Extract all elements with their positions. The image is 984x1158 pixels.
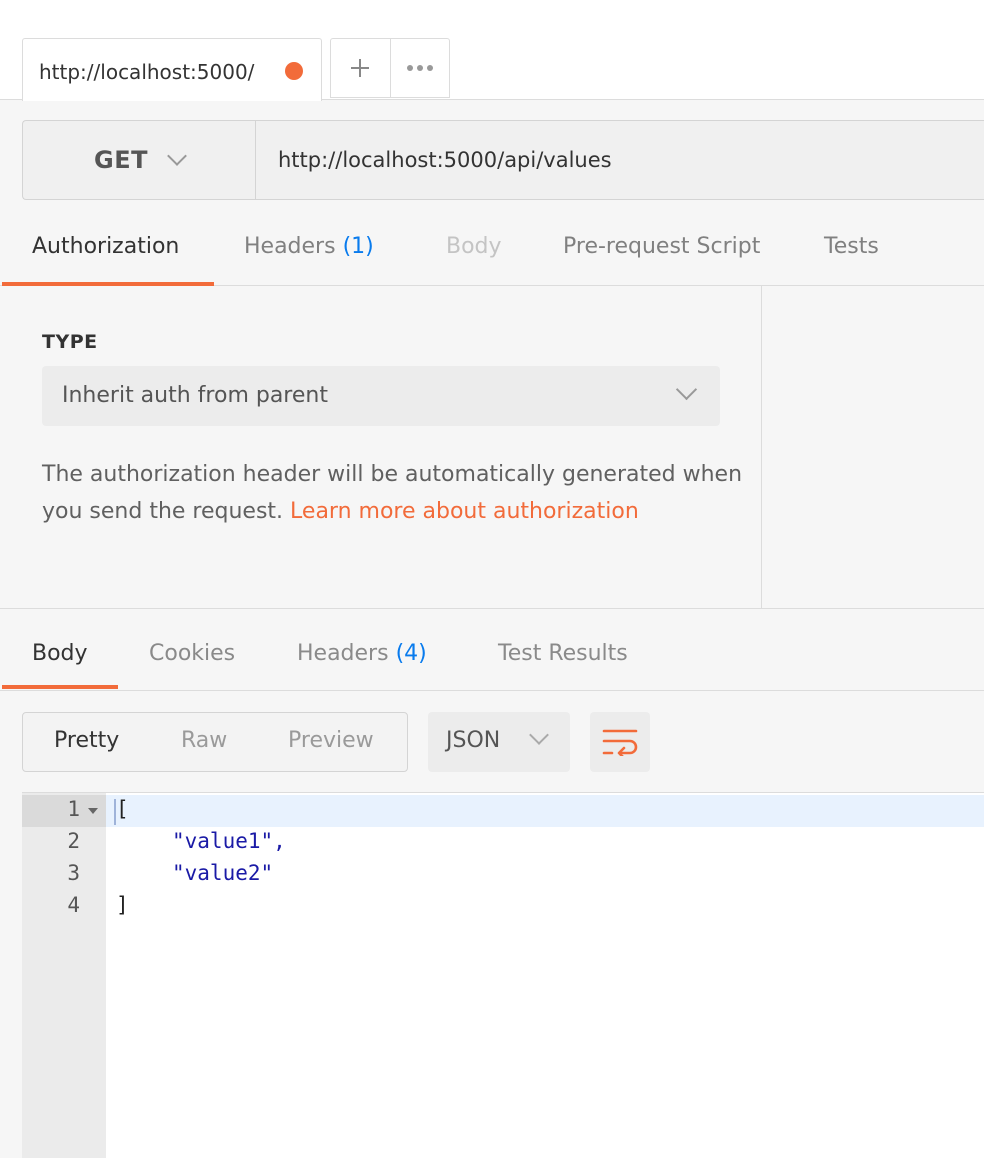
learn-more-authorization-link[interactable]: Learn more about authorization xyxy=(290,499,639,524)
tab-pre-request-script[interactable]: Pre-request Script xyxy=(563,234,760,259)
line-number: 2 xyxy=(67,829,80,853)
auth-type-dropdown[interactable]: Inherit auth from parent xyxy=(42,366,720,426)
response-format-dropdown[interactable]: JSON xyxy=(428,712,570,772)
method-value: GET xyxy=(94,146,148,174)
plus-icon xyxy=(351,59,370,77)
request-tabs: Authorization Headers (1) Body Pre-reque… xyxy=(0,220,984,286)
tab-body[interactable]: Body xyxy=(446,234,502,259)
response-format-value: JSON xyxy=(446,728,501,753)
tab-label: Headers xyxy=(297,641,389,666)
tab-strip: http://localhost:5000/ xyxy=(0,0,984,101)
tab-count-badge: (4) xyxy=(395,641,427,666)
response-tab-test-results[interactable]: Test Results xyxy=(498,641,628,666)
response-tab-body[interactable]: Body xyxy=(32,641,88,666)
request-tab[interactable]: http://localhost:5000/ xyxy=(22,38,322,101)
line-number: 1 xyxy=(67,797,80,821)
line-number: 3 xyxy=(67,861,80,885)
tab-label: Cookies xyxy=(149,641,236,666)
tab-label: Test Results xyxy=(498,641,628,666)
response-tab-headers[interactable]: Headers (4) xyxy=(297,641,427,666)
more-tabs-button[interactable] xyxy=(389,39,449,97)
response-body-editor[interactable]: 1 2 3 4 [ "value1", "value2" ] xyxy=(22,792,984,1158)
request-tab-title: http://localhost:5000/ xyxy=(39,60,255,84)
unsaved-changes-dot xyxy=(285,62,303,80)
tab-label: Tests xyxy=(824,234,879,259)
chevron-down-icon xyxy=(529,725,549,745)
code-line: "value1", xyxy=(172,829,286,853)
wrap-lines-icon xyxy=(602,729,638,756)
authorization-panel: TYPE Inherit auth from parent The author… xyxy=(0,286,762,608)
response-tab-cookies[interactable]: Cookies xyxy=(149,641,235,666)
tab-tests[interactable]: Tests xyxy=(824,234,879,259)
view-preview-button[interactable]: Preview xyxy=(288,728,374,753)
auth-type-label: TYPE xyxy=(42,331,98,353)
response-view-mode-group: Pretty Raw Preview xyxy=(22,712,408,772)
tab-label: Body xyxy=(446,234,502,259)
tab-label: Headers xyxy=(244,234,336,259)
tab-label: Body xyxy=(32,641,88,666)
method-dropdown[interactable]: GET xyxy=(23,121,256,199)
code-line: "value2" xyxy=(172,861,274,885)
wrap-lines-button[interactable] xyxy=(590,712,650,772)
tab-headers[interactable]: Headers (1) xyxy=(244,234,374,259)
auth-type-value: Inherit auth from parent xyxy=(62,383,328,408)
ellipsis-icon xyxy=(406,65,433,71)
tab-label: Authorization xyxy=(32,234,180,259)
fold-arrow-icon[interactable] xyxy=(88,808,98,814)
code-line: ] xyxy=(116,893,129,917)
tab-label: Pre-request Script xyxy=(563,234,761,259)
new-tab-button[interactable] xyxy=(331,39,390,97)
response-tabs: Body Cookies Headers (4) Test Results xyxy=(0,609,984,691)
chevron-down-icon xyxy=(167,146,187,166)
active-line-highlight xyxy=(106,795,984,827)
tab-count-badge: (1) xyxy=(342,234,374,259)
chevron-down-icon xyxy=(675,378,698,401)
tab-actions xyxy=(330,38,450,98)
code-line: [ xyxy=(116,797,129,821)
line-number: 4 xyxy=(67,893,80,917)
view-raw-button[interactable]: Raw xyxy=(181,728,227,753)
auth-description: The authorization header will be automat… xyxy=(42,456,742,530)
tab-authorization[interactable]: Authorization xyxy=(32,234,179,259)
active-tab-indicator xyxy=(2,685,118,689)
view-pretty-button[interactable]: Pretty xyxy=(54,728,119,753)
url-input[interactable] xyxy=(256,121,984,199)
request-url-bar: GET xyxy=(22,120,984,200)
